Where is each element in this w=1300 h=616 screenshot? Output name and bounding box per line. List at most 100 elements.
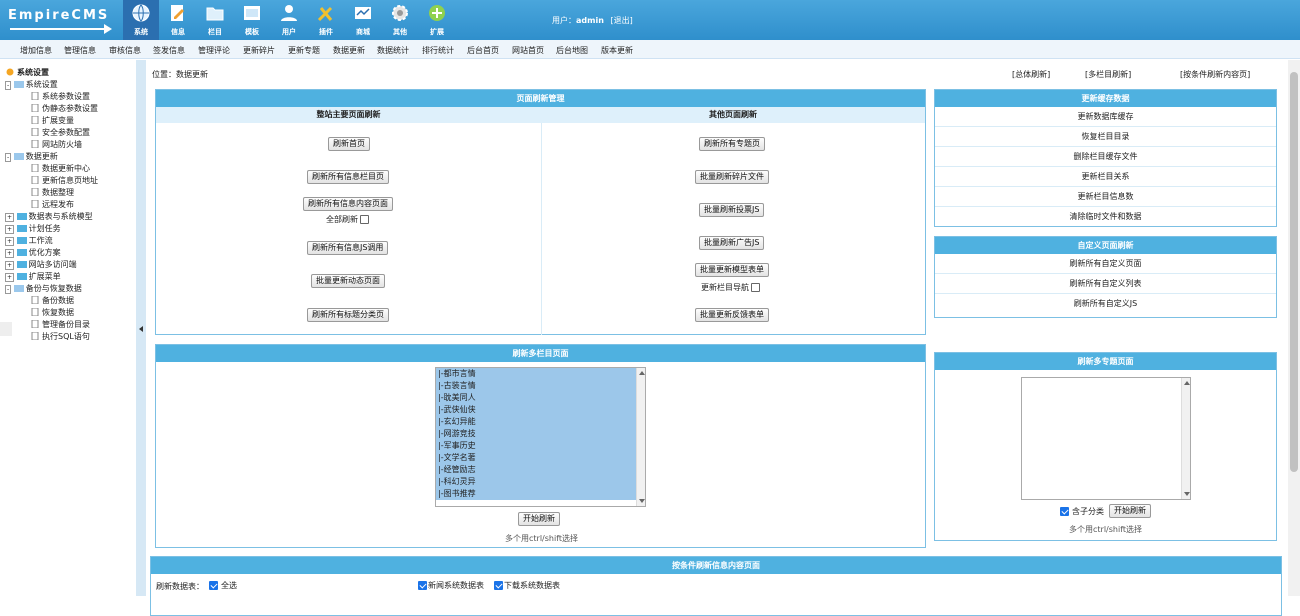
subnav-update-fragments[interactable]: 更新碎片	[243, 45, 275, 56]
topic-scrollbar[interactable]	[1181, 378, 1190, 499]
collapse-arrow-icon[interactable]	[139, 326, 143, 332]
clear-temp-files-link[interactable]: 清除临时文件和数据	[935, 207, 1276, 227]
sidebar-item-tables-models[interactable]: + 数据表与系统模型	[5, 211, 93, 222]
subnav-sign-info[interactable]: 签发信息	[153, 45, 185, 56]
batch-refresh-fragments-button[interactable]: 批量刷新碎片文件	[695, 170, 769, 184]
class-option[interactable]: |-经管励志	[436, 464, 645, 476]
sidebar-item-exec-sql[interactable]: 执行SQL语句	[30, 331, 90, 342]
scroll-down-icon[interactable]	[639, 499, 645, 503]
update-nav-checkbox[interactable]	[751, 283, 760, 292]
page-scrollbar[interactable]	[1288, 60, 1300, 596]
subnav-admin-home[interactable]: 后台首页	[467, 45, 499, 56]
sidebar-item-workflow[interactable]: + 工作流	[5, 235, 53, 246]
sidebar-item-backup-dirs[interactable]: 管理备份目录	[30, 319, 90, 330]
logout-link[interactable]: [退出]	[610, 16, 632, 25]
sidebar-item-restore-data[interactable]: 恢复数据	[30, 307, 74, 318]
subnav-manage-info[interactable]: 管理信息	[64, 45, 96, 56]
sidebar-item-data-update[interactable]: - 数据更新	[5, 151, 58, 162]
topnav-info[interactable]: 信息	[160, 0, 196, 40]
class-option[interactable]: |-武侠仙侠	[436, 404, 645, 416]
class-option[interactable]: |-都市言情	[436, 368, 645, 380]
subnav-add-info[interactable]: 增加信息	[20, 45, 52, 56]
news-table-checkbox[interactable]	[418, 581, 427, 590]
subnav-rank-stats[interactable]: 排行统计	[422, 45, 454, 56]
class-option[interactable]: |-军事历史	[436, 440, 645, 452]
update-class-count-link[interactable]: 更新栏目信息数	[935, 187, 1276, 207]
restore-class-dir-link[interactable]: 恢复栏目目录	[935, 127, 1276, 147]
sidebar-item-system-settings[interactable]: - 系统设置	[5, 79, 58, 90]
topnav-template[interactable]: 模板	[234, 0, 270, 40]
sidebar-item-remote-publish[interactable]: 远程发布	[30, 199, 74, 210]
subnav-manage-comments[interactable]: 管理评论	[198, 45, 230, 56]
scroll-down-icon[interactable]	[1184, 492, 1190, 496]
sidebar-item-scheduled-tasks[interactable]: + 计划任务	[5, 223, 61, 234]
class-option[interactable]: |-图书推荐	[436, 488, 645, 500]
batch-refresh-ad-js-button[interactable]: 批量刷新广告JS	[699, 236, 765, 250]
sidebar-item-system-params[interactable]: 系统参数设置	[30, 91, 90, 102]
class-option[interactable]: |-网游竞技	[436, 428, 645, 440]
subnav-admin-map[interactable]: 后台地图	[556, 45, 588, 56]
select-all-checkbox[interactable]	[209, 581, 218, 590]
topnav-column[interactable]: 栏目	[197, 0, 233, 40]
include-sub-checkbox[interactable]	[1060, 507, 1069, 516]
refresh-all-topics-button[interactable]: 刷新所有专题页	[699, 137, 765, 151]
scroll-thumb[interactable]	[1290, 72, 1298, 472]
batch-update-model-form-button[interactable]: 批量更新模型表单	[695, 263, 769, 277]
update-db-cache-link[interactable]: 更新数据库缓存	[935, 107, 1276, 127]
refresh-all-content-button[interactable]: 刷新所有信息内容页面	[303, 197, 393, 211]
start-refresh-class-button[interactable]: 开始刷新	[518, 512, 560, 526]
refresh-all-class-button[interactable]: 刷新所有信息栏目页	[307, 170, 389, 184]
start-refresh-topic-button[interactable]: 开始刷新	[1109, 504, 1151, 518]
sidebar-item-update-page-url[interactable]: 更新信息页地址	[30, 175, 98, 186]
batch-update-dynamic-button[interactable]: 批量更新动态页面	[311, 274, 385, 288]
sidebar-item-multi-access[interactable]: + 网站多访问端	[5, 259, 77, 270]
empirecms-logo[interactable]: EmpireCMS	[6, 6, 114, 34]
topnav-user[interactable]: 用户	[271, 0, 307, 40]
topnav-plugin[interactable]: 插件	[308, 0, 344, 40]
class-option[interactable]: |-古装言情	[436, 380, 645, 392]
sidebar-item-rewrite-params[interactable]: 伪静态参数设置	[30, 103, 98, 114]
subnav-data-update[interactable]: 数据更新	[333, 45, 365, 56]
refresh-custom-lists-link[interactable]: 刷新所有自定义列表	[935, 274, 1276, 294]
subnav-review-info[interactable]: 审核信息	[109, 45, 141, 56]
class-option[interactable]: |-耽美同人	[436, 392, 645, 404]
collapsed-handle[interactable]	[0, 322, 12, 336]
sidebar-item-extend-vars[interactable]: 扩展变量	[30, 115, 74, 126]
sidebar-splitter[interactable]	[136, 60, 146, 596]
link-total-refresh[interactable]: [总体刷新]	[1012, 69, 1050, 80]
topnav-system[interactable]: 系统	[123, 0, 159, 40]
refresh-home-button[interactable]: 刷新首页	[328, 137, 370, 151]
sidebar-item-backup-data[interactable]: 备份数据	[30, 295, 74, 306]
subnav-update-topics[interactable]: 更新专题	[288, 45, 320, 56]
sidebar-item-security-params[interactable]: 安全参数配置	[30, 127, 90, 138]
delete-class-cache-link[interactable]: 删除栏目缓存文件	[935, 147, 1276, 167]
topnav-shop[interactable]: 商城	[345, 0, 381, 40]
topnav-other[interactable]: 其他	[382, 0, 418, 40]
sidebar-item-data-cleanup[interactable]: 数据整理	[30, 187, 74, 198]
scroll-up-icon[interactable]	[1184, 381, 1190, 385]
refresh-title-class-button[interactable]: 刷新所有标题分类页	[307, 308, 389, 322]
scroll-up-icon[interactable]	[639, 371, 645, 375]
class-option[interactable]: |-文学名著	[436, 452, 645, 464]
refresh-custom-pages-link[interactable]: 刷新所有自定义页面	[935, 254, 1276, 274]
update-class-relation-link[interactable]: 更新栏目关系	[935, 167, 1276, 187]
batch-update-feedback-button[interactable]: 批量更新反馈表单	[695, 308, 769, 322]
link-cond-refresh[interactable]: [按条件刷新内容页]	[1180, 69, 1250, 80]
download-table-checkbox[interactable]	[494, 581, 503, 590]
sidebar-item-extend-menu[interactable]: + 扩展菜单	[5, 271, 61, 282]
sidebar-item-firewall[interactable]: 网站防火墙	[30, 139, 82, 150]
subnav-version-update[interactable]: 版本更新	[601, 45, 633, 56]
link-multi-class-refresh[interactable]: [多栏目刷新]	[1085, 69, 1131, 80]
class-select-list[interactable]: |-都市言情 |-古装言情 |-耽美同人 |-武侠仙侠 |-玄幻异能 |-网游竞…	[435, 367, 646, 507]
all-refresh-checkbox[interactable]	[360, 215, 369, 224]
refresh-custom-js-link[interactable]: 刷新所有自定义JS	[935, 294, 1276, 314]
subnav-site-home[interactable]: 网站首页	[512, 45, 544, 56]
sidebar-item-update-center[interactable]: 数据更新中心	[30, 163, 90, 174]
subnav-data-stats[interactable]: 数据统计	[377, 45, 409, 56]
sidebar-item-optimization[interactable]: + 优化方案	[5, 247, 61, 258]
class-option[interactable]: |-玄幻异能	[436, 416, 645, 428]
select-scrollbar[interactable]	[636, 368, 645, 506]
refresh-all-js-button[interactable]: 刷新所有信息JS调用	[307, 241, 389, 255]
class-option[interactable]: |-科幻灵异	[436, 476, 645, 488]
sidebar-root[interactable]: 系统设置	[5, 67, 49, 78]
